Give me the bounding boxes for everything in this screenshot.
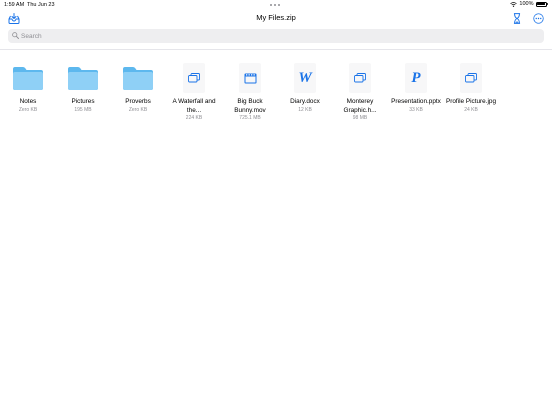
status-time: 1:59 AM [4,1,25,8]
divider [0,49,552,50]
file-size: 725.1 MB [239,115,261,121]
battery-percent: 100% [519,1,534,7]
more-button[interactable] [532,13,544,24]
video-file-icon [244,73,256,83]
grid-item-presentation[interactable]: P Presentation.pptx 33 KB [390,62,442,114]
grid-item-monterey[interactable]: Monterey Graphic.h... 98 MB [334,62,386,122]
sort-button[interactable] [511,13,523,24]
file-name: Notes [19,98,37,105]
navigation-bar: My Files.zip [0,10,552,27]
battery-icon [535,1,547,7]
folder-icon [68,67,98,90]
generic-file-icon [188,73,200,83]
folder-icon [13,67,43,90]
page-title: My Files.zip [256,13,296,22]
hourglass-icon [513,13,521,24]
search-input[interactable] [21,29,521,43]
file-name: Presentation.pptx [391,98,441,105]
file-thumbnail [349,63,371,93]
grid-item-waterfall[interactable]: A Waterfall and the... 224 KB [168,62,220,122]
file-size: 12 KB [298,106,312,113]
grid-item-notes[interactable]: Notes Zero KB [2,62,54,114]
file-size: 195 MB [74,106,92,113]
folder-icon [123,67,153,90]
ellipsis-circle-icon [532,13,544,24]
grid-item-pictures[interactable]: Pictures 195 MB [57,62,109,114]
file-thumbnail [460,63,482,93]
file-name: Monterey Graphic.h... [343,98,377,114]
file-thumbnail [183,63,205,93]
file-thumbnail [239,63,261,93]
generic-file-icon [354,73,366,83]
battery-cap [547,2,548,6]
search-bar [8,29,544,43]
file-size: Zero KB [18,106,38,113]
file-thumbnail: P [405,63,427,93]
grid-item-big-buck-bunny[interactable]: Big Buck Bunny.mov 725.1 MB [224,62,276,122]
file-thumbnail: W [294,63,316,93]
word-doc-icon: W [298,69,312,86]
file-name: Big Buck Bunny.mov [234,98,266,114]
file-size: 33 KB [409,106,423,113]
generic-file-icon [465,73,477,83]
powerpoint-doc-icon: P [411,69,421,86]
file-name: Profile Picture.jpg [445,98,497,105]
file-name: Pictures [71,98,95,105]
multitasking-menu[interactable] [270,4,280,6]
file-size: 24 KB [464,106,478,113]
file-size: 224 KB [185,115,203,121]
file-name: Diary.docx [290,98,320,105]
file-size: Zero KB [128,106,148,113]
grid-item-diary[interactable]: W Diary.docx 12 KB [279,62,331,114]
file-name: Proverbs [125,98,151,105]
file-name: A Waterfall and the... [172,98,216,114]
grid-item-proverbs[interactable]: Proverbs Zero KB [112,62,164,114]
grid-item-profile-picture[interactable]: Profile Picture.jpg 24 KB [445,62,497,114]
wifi-icon [510,1,518,7]
search-icon [12,32,19,39]
status-date: Thu Jun 23 [27,1,55,8]
status-indicators: 100% [510,1,548,7]
file-size: 98 MB [352,115,368,121]
